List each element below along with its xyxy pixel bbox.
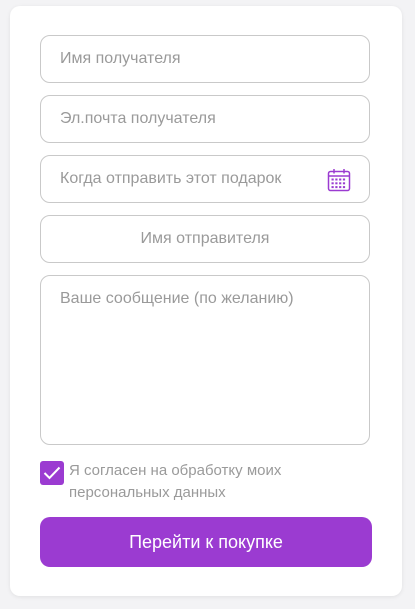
recipient-email-placeholder: Эл.почта получателя bbox=[60, 110, 216, 127]
sender-name-placeholder: Имя отправителя bbox=[140, 230, 270, 247]
purchase-button[interactable]: Перейти к покупке bbox=[40, 517, 372, 567]
sender-name-field[interactable]: Имя отправителя bbox=[40, 215, 370, 263]
recipient-name-placeholder: Имя получателя bbox=[60, 50, 181, 67]
consent-checkbox[interactable] bbox=[40, 461, 64, 485]
send-date-field[interactable]: Когда отправить этот подарок bbox=[40, 155, 370, 203]
recipient-email-field[interactable]: Эл.почта получателя bbox=[40, 95, 370, 143]
message-placeholder: Ваше сообщение (по желанию) bbox=[60, 290, 294, 307]
checkmark-icon bbox=[43, 466, 61, 480]
message-textarea[interactable]: Ваше сообщение (по желанию) bbox=[40, 275, 370, 445]
calendar-icon[interactable] bbox=[327, 168, 351, 192]
consent-label: Я согласен на обработку моих персональны… bbox=[69, 462, 282, 501]
send-date-placeholder: Когда отправить этот подарок bbox=[60, 170, 282, 187]
recipient-name-field[interactable]: Имя получателя bbox=[40, 35, 370, 83]
